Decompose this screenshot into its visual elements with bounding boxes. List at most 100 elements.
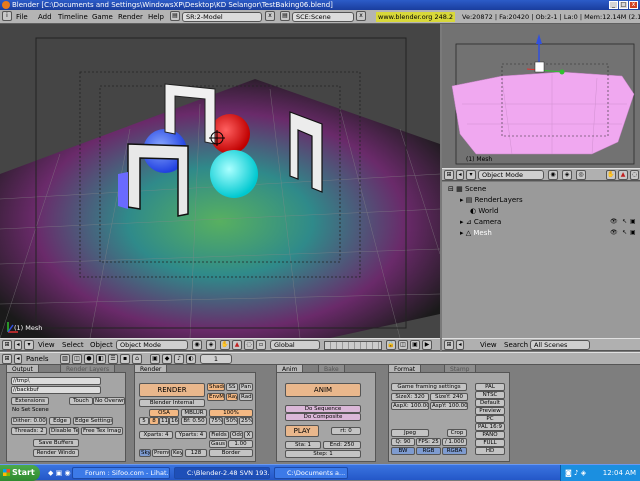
dither-field[interactable]: Dither: 0.000 <box>11 417 47 425</box>
preset-full[interactable]: FULL <box>475 439 505 447</box>
menu-game[interactable]: Game <box>92 12 113 22</box>
aspx-field[interactable]: AspX: 100.00 <box>391 402 429 410</box>
rt-field[interactable]: rt: 0 <box>331 427 361 435</box>
free-tex-toggle[interactable]: Free Tex Imag <box>81 427 123 435</box>
premul-toggle[interactable]: Premul <box>152 449 170 457</box>
edge-settings-button[interactable]: Edge Settings <box>73 417 113 425</box>
pano-toggle[interactable]: Pan <box>239 383 253 391</box>
visibility-eye-icon[interactable]: 👁 <box>610 218 618 225</box>
visibility-eye-icon[interactable]: 👁 <box>610 229 618 236</box>
render-button[interactable]: RENDER <box>139 383 205 397</box>
logic-context-icon[interactable]: ☰ <box>108 354 118 364</box>
world-buttons-icon[interactable]: ◐ <box>186 354 196 364</box>
gaus-select[interactable]: Gaus <box>209 440 227 448</box>
preset-preview[interactable]: Preview <box>475 407 505 415</box>
outliner-row-scene[interactable]: ⊟ ▦ Scene <box>442 184 640 194</box>
tray-icons[interactable]: ◙ ♪ ◈ <box>565 465 586 481</box>
editor-type-icon[interactable]: ⊞ <box>2 354 12 364</box>
disable-tex-toggle[interactable]: Disable Te <box>49 427 79 435</box>
fps-base-field[interactable]: / 1.000 <box>442 438 467 446</box>
size-50-button[interactable]: 50% <box>224 417 238 425</box>
outliner-row-renderlayers[interactable]: ▸ ▤ RenderLayers <box>442 195 640 205</box>
x-toggle[interactable]: X <box>244 431 253 439</box>
output-path-field[interactable]: //tmp\ <box>11 377 101 385</box>
end-frame-field[interactable]: End: 250 <box>323 441 361 449</box>
scene-close-icon[interactable]: x <box>356 11 366 21</box>
shadow-toggle[interactable]: Shado <box>207 383 225 391</box>
preset-pal169[interactable]: PAL 16:9 <box>475 423 505 431</box>
taskbar-item-blender[interactable]: C:\Blender-2.48 SVN 193... <box>174 467 270 479</box>
menu-object[interactable]: Object <box>90 340 113 350</box>
close-button[interactable]: x <box>629 1 638 9</box>
threads-field[interactable]: Threads: 2 <box>11 427 47 435</box>
header-collapse-icon[interactable]: ◂ <box>456 170 464 180</box>
preset-hd[interactable]: HD <box>475 447 505 455</box>
outliner-scenes-select[interactable]: All Scenes <box>530 340 590 350</box>
key-toggle[interactable]: Key <box>171 449 183 457</box>
renderer-select[interactable]: Blender Internal <box>139 399 205 407</box>
render-camera-icon[interactable]: ▣ <box>630 218 636 225</box>
lock-layers-icon[interactable]: 🔒 <box>386 340 396 350</box>
manipulator-toggle-icon[interactable]: ◎ <box>576 170 586 180</box>
translate-icon[interactable]: ▲ <box>232 340 242 350</box>
pivot-icon[interactable]: ◈ <box>562 170 572 180</box>
screen-browse-icon[interactable]: ▤ <box>170 11 180 21</box>
envmap-toggle[interactable]: EnvM <box>207 393 225 401</box>
scene-field[interactable]: SCE:Scene <box>292 12 354 22</box>
rotate-icon[interactable]: ◌ <box>244 340 254 350</box>
mblur-toggle[interactable]: MBLUR <box>181 409 207 417</box>
rotate-icon[interactable]: ◌ <box>630 170 639 180</box>
ray-toggle[interactable]: Ray <box>226 393 238 401</box>
render-window-select[interactable]: Render Windo <box>33 449 79 457</box>
pivot-icon[interactable]: ◈ <box>206 340 216 350</box>
blender-org-link[interactable]: www.blender.org 248.2 <box>376 12 456 22</box>
osa-11-button[interactable]: 11 <box>159 417 169 425</box>
menu-timeline[interactable]: Timeline <box>58 12 88 22</box>
edge-toggle[interactable]: Edge <box>49 417 71 425</box>
draw-type-icon[interactable]: ◉ <box>548 170 558 180</box>
mode-select[interactable]: Object Mode <box>116 340 188 350</box>
manipulator-toggle-icon[interactable]: ✋ <box>220 340 230 350</box>
do-sequence-toggle[interactable]: Do Sequence <box>285 405 361 413</box>
odd-toggle[interactable]: Odd <box>230 431 243 439</box>
xparts-field[interactable]: Xparts: 4 <box>139 431 173 439</box>
bf-field[interactable]: Bf: 0.50 <box>181 417 207 425</box>
screen-field[interactable]: SR:2-Model <box>182 12 262 22</box>
render-context-icon[interactable]: ▥ <box>60 354 70 364</box>
crop-toggle[interactable]: Crop <box>447 429 467 437</box>
aspy-field[interactable]: AspY: 100.00 <box>430 402 468 410</box>
sss-toggle[interactable]: SS <box>226 383 238 391</box>
yparts-field[interactable]: Yparts: 4 <box>175 431 207 439</box>
shading-context-icon[interactable]: ● <box>84 354 94 364</box>
mode-select[interactable]: Object Mode <box>478 170 544 180</box>
camera-viewport[interactable]: (1) Mesh <box>442 24 640 168</box>
taskbar-item-forum[interactable]: Forum : Sifoo.com - Lihat... <box>72 467 170 479</box>
header-collapse-icon[interactable]: ◂ <box>456 340 464 350</box>
menu-view[interactable]: View <box>38 340 55 350</box>
step-field[interactable]: Step: 1 <box>285 450 361 458</box>
menu-help[interactable]: Help <box>148 12 164 22</box>
opengl-render-icon[interactable]: ▣ <box>410 340 420 350</box>
radio-toggle[interactable]: Radi <box>239 393 253 401</box>
view-options-icon[interactable]: ▾ <box>24 340 34 350</box>
expand-icon[interactable]: ⊟ <box>448 185 456 193</box>
header-collapse-icon[interactable]: ◂ <box>14 354 22 364</box>
menu-render[interactable]: Render <box>118 12 143 22</box>
orientation-select[interactable]: Global <box>270 340 320 350</box>
preset-pano[interactable]: PANO <box>475 431 505 439</box>
view-options-icon[interactable]: ▾ <box>466 170 476 180</box>
minimize-button[interactable]: _ <box>609 1 618 9</box>
osa-toggle[interactable]: OSA <box>149 409 179 417</box>
menu-file[interactable]: File <box>16 12 28 22</box>
extensions-toggle[interactable]: Extensions <box>11 397 49 405</box>
editor-type-icon[interactable]: ⊞ <box>2 340 12 350</box>
sound-buttons-icon[interactable]: ♪ <box>174 354 184 364</box>
fields-toggle[interactable]: Fields <box>209 431 229 439</box>
render-anim-icon[interactable]: ▶ <box>422 340 432 350</box>
start-frame-field[interactable]: Sta: 1 <box>285 441 321 449</box>
filter-size-field[interactable]: 1.00 <box>228 440 253 448</box>
manipulator-hand-icon[interactable]: ✋ <box>606 170 616 180</box>
object-context-icon[interactable]: ◧ <box>96 354 106 364</box>
menu-select[interactable]: Select <box>62 340 84 350</box>
header-collapse-icon[interactable]: ◂ <box>14 340 22 350</box>
